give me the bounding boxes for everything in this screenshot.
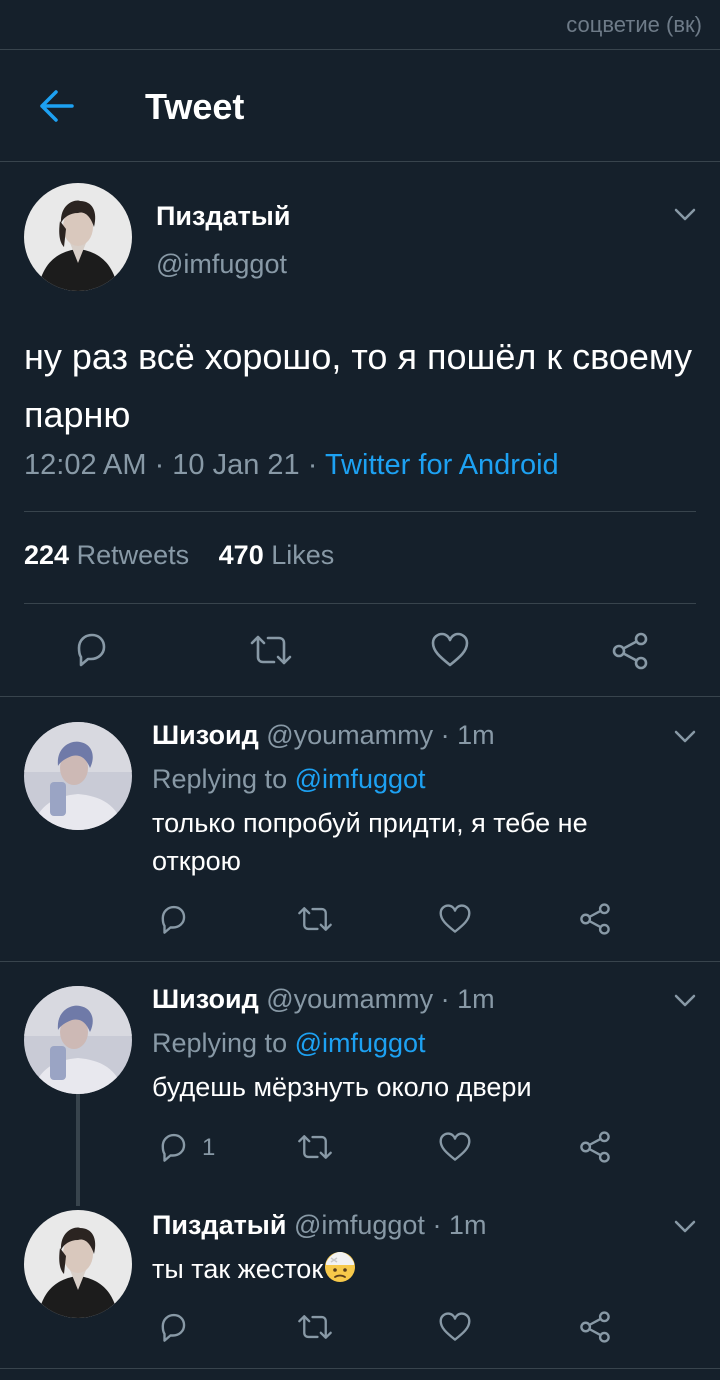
reply-count: 1: [202, 1134, 216, 1161]
retweet-icon[interactable]: [296, 1131, 334, 1163]
tweet-stats: 224 Retweets 470 Likes: [24, 540, 334, 571]
like-heart-icon[interactable]: [438, 903, 472, 935]
share-icon[interactable]: [578, 1310, 612, 1344]
reply-header: Шизоид @youmammy · 1m: [152, 720, 495, 751]
top-bar: Tweet: [0, 50, 720, 162]
reply-tweet[interactable]: Шизоид @youmammy · 1m Replying to @imfug…: [0, 962, 720, 1188]
like-heart-icon[interactable]: [438, 1311, 472, 1343]
author-handle-time: @youmammy · 1m: [258, 720, 495, 750]
retweet-icon[interactable]: [296, 903, 334, 935]
mention-link[interactable]: @imfuggot: [295, 764, 426, 794]
tweet-text: будешь мёрзнуть около двери: [152, 1072, 532, 1102]
reply-icon[interactable]: [71, 629, 111, 669]
reply-tweet[interactable]: Пиздатый @imfuggot · 1m ты так жесток: [0, 1188, 720, 1368]
mention-link[interactable]: @imfuggot: [295, 1028, 426, 1058]
likes-label[interactable]: Likes: [271, 540, 334, 570]
main-tweet: Пиздатый @imfuggot ну раз всё хорошо, то…: [0, 163, 720, 697]
divider: [24, 511, 696, 512]
reply-icon[interactable]: [156, 1310, 190, 1344]
reply-icon[interactable]: [156, 902, 190, 936]
tweet-source-link[interactable]: Twitter for Android: [325, 449, 559, 481]
reply-header: Шизоид @youmammy · 1m: [152, 984, 495, 1015]
chevron-down-icon[interactable]: [674, 1220, 696, 1234]
replying-prefix: Replying to: [152, 764, 295, 794]
retweets-count[interactable]: 224: [24, 540, 69, 570]
chevron-down-icon[interactable]: [674, 730, 696, 744]
retweet-icon[interactable]: [248, 631, 294, 669]
author-name: Пиздатый: [156, 201, 291, 231]
chevron-down-icon[interactable]: [674, 994, 696, 1008]
like-heart-icon[interactable]: [438, 1131, 472, 1163]
author-name[interactable]: Шизоид: [152, 984, 259, 1014]
retweets-label[interactable]: Retweets: [77, 540, 190, 570]
replying-prefix: Replying to: [152, 1028, 295, 1058]
page-title: Tweet: [145, 86, 245, 127]
likes-count[interactable]: 470: [219, 540, 264, 570]
back-arrow-icon[interactable]: [36, 88, 76, 124]
replying-to: Replying to @imfuggot: [152, 764, 426, 795]
share-icon[interactable]: [610, 631, 650, 671]
tweet-actions: [0, 902, 720, 942]
author-name[interactable]: Пиздатый: [152, 1210, 286, 1240]
chevron-down-icon[interactable]: [674, 208, 696, 222]
face-with-head-bandage-emoji: [323, 1250, 357, 1284]
reply-tweet[interactable]: Шизоид @youmammy · 1m Replying to @imfug…: [0, 698, 720, 961]
replying-to: Replying to @imfuggot: [152, 1028, 426, 1059]
divider: [0, 1368, 720, 1369]
like-heart-icon[interactable]: [430, 631, 470, 669]
divider: [24, 603, 696, 604]
tweet-text: ты так жесток: [152, 1250, 672, 1288]
avatar[interactable]: [24, 1210, 132, 1318]
tweet-actions: [0, 629, 720, 673]
author-handle-time: @imfuggot · 1m: [286, 1210, 487, 1240]
author-name[interactable]: Шизоид: [152, 720, 259, 750]
watermark: соцветие (вк): [566, 12, 702, 37]
share-icon[interactable]: [578, 902, 612, 936]
avatar[interactable]: [24, 722, 132, 830]
reply-header: Пиздатый @imfuggot · 1m: [152, 1210, 486, 1241]
tweet-text: ну раз всё хорошо, то я пошёл к своему п…: [24, 336, 693, 435]
author-handle-time: @youmammy · 1m: [258, 984, 495, 1014]
avatar[interactable]: [24, 183, 132, 291]
tweet-text: только попробуй придти, я тебе не открою: [152, 808, 588, 876]
tweet-timestamp: 12:02 AM · 10 Jan 21 ·: [24, 449, 325, 481]
reply-icon[interactable]: [156, 1130, 190, 1164]
author-handle: @imfuggot: [156, 249, 287, 279]
share-icon[interactable]: [578, 1130, 612, 1164]
tweet-text-content: ты так жесток: [152, 1254, 324, 1284]
retweet-icon[interactable]: [296, 1311, 334, 1343]
tweet-actions: 1: [0, 1130, 720, 1170]
tweet-meta: 12:02 AM · 10 Jan 21 · Twitter for Andro…: [24, 449, 559, 482]
avatar[interactable]: [24, 986, 132, 1094]
tweet-actions: [0, 1310, 720, 1350]
